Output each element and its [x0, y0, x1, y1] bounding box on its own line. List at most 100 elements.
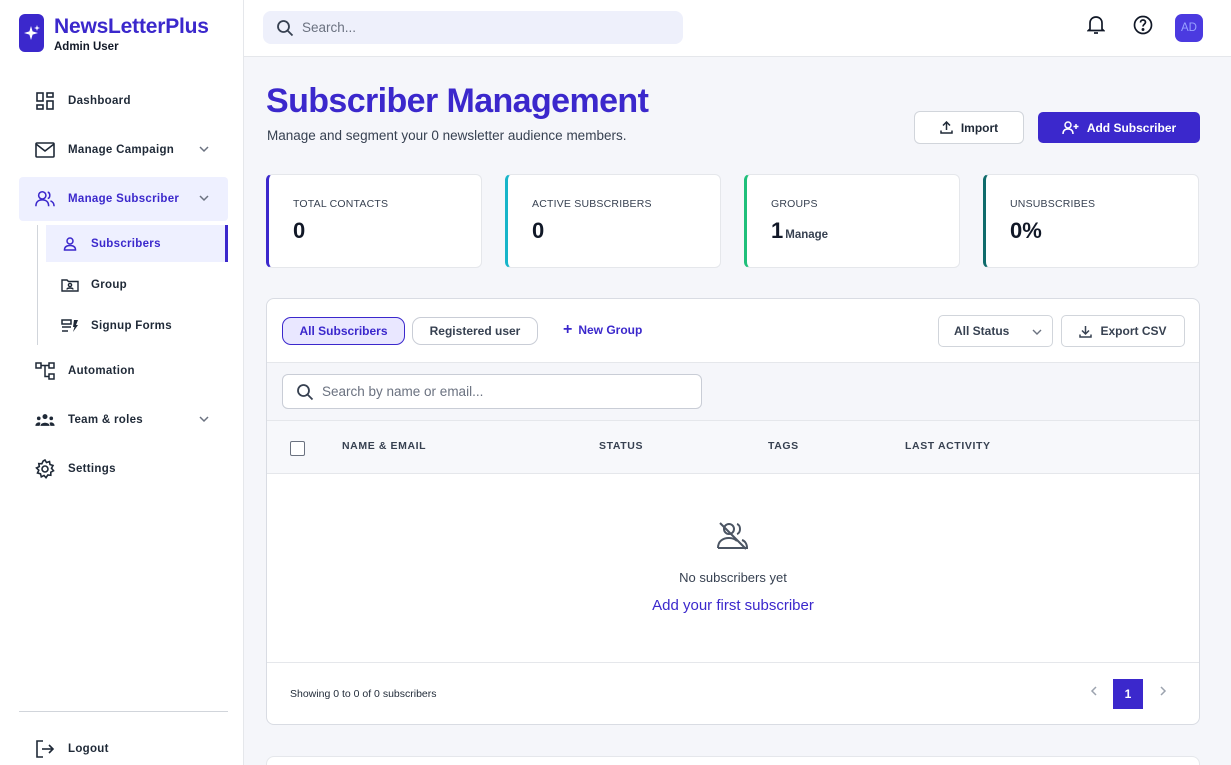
stat-value: 0 [532, 218, 545, 243]
global-search[interactable] [263, 11, 683, 44]
form-icon [61, 317, 79, 335]
column-tags[interactable]: TAGS [768, 440, 799, 452]
submenu-line [37, 225, 38, 345]
chevron-down-icon [199, 416, 209, 423]
table-header: NAME & EMAIL STATUS TAGS LAST ACTIVITY [267, 421, 1199, 474]
logout-button[interactable]: Logout [19, 727, 228, 765]
stat-value: 1 [771, 218, 784, 243]
topbar: AD [244, 0, 1231, 57]
users-icon [35, 189, 55, 209]
dashboard-icon [35, 91, 55, 111]
sidebar-item-team-roles[interactable]: Team & roles [19, 398, 228, 442]
sidebar-subitem-label: Group [91, 278, 127, 291]
export-csv-label: Export CSV [1100, 324, 1167, 338]
brand[interactable]: NewsLetterPlus Admin User [19, 14, 209, 54]
help-icon[interactable] [1132, 14, 1154, 36]
import-label: Import [960, 120, 999, 135]
sidebar-item-dashboard[interactable]: Dashboard [19, 79, 228, 123]
stat-card-active-subscribers: ACTIVE SUBSCRIBERS 0 [505, 174, 721, 268]
upload-icon [940, 121, 953, 134]
sidebar-item-automation[interactable]: Automation [19, 349, 228, 393]
add-first-subscriber-link[interactable]: Add your first subscriber [267, 597, 1199, 614]
sidebar-subitem-label: Subscribers [91, 237, 161, 250]
stat-card-unsubscribes: UNSUBSCRIBES 0% [983, 174, 1199, 268]
chevron-down-icon [199, 146, 209, 153]
download-icon [1079, 325, 1093, 338]
status-filter-value: All Status [954, 324, 1010, 338]
pagination-page-button[interactable]: 1 [1113, 679, 1143, 709]
search-icon [277, 19, 294, 36]
empty-state: No subscribers yet Add your first subscr… [267, 474, 1199, 662]
tab-registered-user[interactable]: Registered user [412, 317, 538, 345]
logout-label: Logout [68, 743, 109, 755]
mail-icon [35, 140, 55, 160]
sidebar-item-label: Settings [68, 463, 116, 475]
stat-card-total-contacts: TOTAL CONTACTS 0 [266, 174, 482, 268]
table-search-input[interactable] [322, 384, 692, 399]
sidebar-item-manage-subscriber[interactable]: Manage Subscriber [19, 177, 228, 221]
column-last-activity[interactable]: LAST ACTIVITY [905, 440, 991, 452]
sidebar-item-label: Manage Campaign [68, 144, 175, 156]
search-input[interactable] [302, 20, 662, 35]
gear-icon [35, 459, 55, 479]
sidebar-subitem-signup-forms[interactable]: Signup Forms [46, 307, 228, 344]
column-name-email[interactable]: NAME & EMAIL [342, 440, 426, 452]
sparkle-logo-icon [19, 14, 44, 52]
sidebar-item-label: Manage Subscriber [68, 193, 180, 205]
sidebar-subitem-label: Signup Forms [91, 319, 172, 332]
sidebar-item-label: Dashboard [68, 95, 131, 107]
sidebar-subitem-group[interactable]: Group [46, 266, 228, 303]
page-title: Subscriber Management [266, 82, 649, 120]
sidebar: NewsLetterPlus Admin User Dashboard Mana… [0, 0, 244, 765]
user-name: Admin User [54, 41, 119, 53]
column-status[interactable]: STATUS [599, 440, 643, 452]
table-search[interactable] [282, 374, 702, 409]
user-icon [61, 235, 79, 253]
no-users-icon [717, 522, 749, 550]
sidebar-item-label: Automation [68, 365, 135, 377]
search-icon [297, 383, 314, 400]
workflow-icon [35, 361, 55, 381]
team-icon [35, 410, 55, 430]
tab-all-subscribers[interactable]: All Subscribers [282, 317, 405, 345]
stat-label: UNSUBSCRIBES [1010, 198, 1096, 210]
next-section-card [266, 756, 1200, 765]
bell-icon[interactable] [1085, 14, 1107, 36]
folder-user-icon [61, 276, 79, 294]
sidebar-item-manage-campaign[interactable]: Manage Campaign [19, 128, 228, 172]
sidebar-item-label: Team & roles [68, 414, 143, 426]
status-filter-select[interactable]: All Status [938, 315, 1053, 347]
manage-groups-link[interactable]: Manage [785, 229, 828, 241]
stat-card-groups: GROUPS 1 Manage [744, 174, 960, 268]
pagination-next-icon[interactable] [1156, 681, 1170, 701]
stat-label: GROUPS [771, 198, 818, 210]
new-group-label: New Group [578, 323, 643, 337]
select-all-checkbox[interactable] [290, 441, 305, 456]
add-subscriber-label: Add Subscriber [1086, 120, 1177, 135]
table-footer: Showing 0 to 0 of 0 subscribers 1 [267, 662, 1199, 724]
sidebar-subitem-subscribers[interactable]: Subscribers [46, 225, 228, 262]
stat-value-row: 1 Manage [771, 218, 828, 244]
avatar[interactable]: AD [1175, 14, 1203, 42]
new-group-button[interactable]: + New Group [563, 321, 643, 338]
logout-icon [35, 739, 55, 759]
import-button[interactable]: Import [914, 111, 1024, 144]
sidebar-item-settings[interactable]: Settings [19, 447, 228, 491]
page-subtitle: Manage and segment your 0 newsletter aud… [267, 128, 627, 143]
stat-label: ACTIVE SUBSCRIBERS [532, 198, 652, 210]
add-subscriber-button[interactable]: Add Subscriber [1038, 112, 1200, 143]
chevron-down-icon [199, 195, 209, 202]
sidebar-divider [19, 711, 228, 712]
export-csv-button[interactable]: Export CSV [1061, 315, 1185, 347]
empty-message: No subscribers yet [679, 570, 787, 585]
subscribers-panel: All Subscribers Registered user + New Gr… [266, 298, 1200, 725]
pagination-info: Showing 0 to 0 of 0 subscribers [290, 688, 437, 700]
table-search-band [267, 362, 1199, 421]
stat-value: 0 [293, 218, 306, 243]
brand-name: NewsLetterPlus [54, 15, 209, 38]
plus-icon: + [563, 321, 573, 338]
pagination-prev-icon[interactable] [1087, 681, 1101, 701]
stat-label: TOTAL CONTACTS [293, 198, 389, 210]
chevron-down-icon [1032, 329, 1042, 335]
user-plus-icon [1062, 120, 1079, 134]
